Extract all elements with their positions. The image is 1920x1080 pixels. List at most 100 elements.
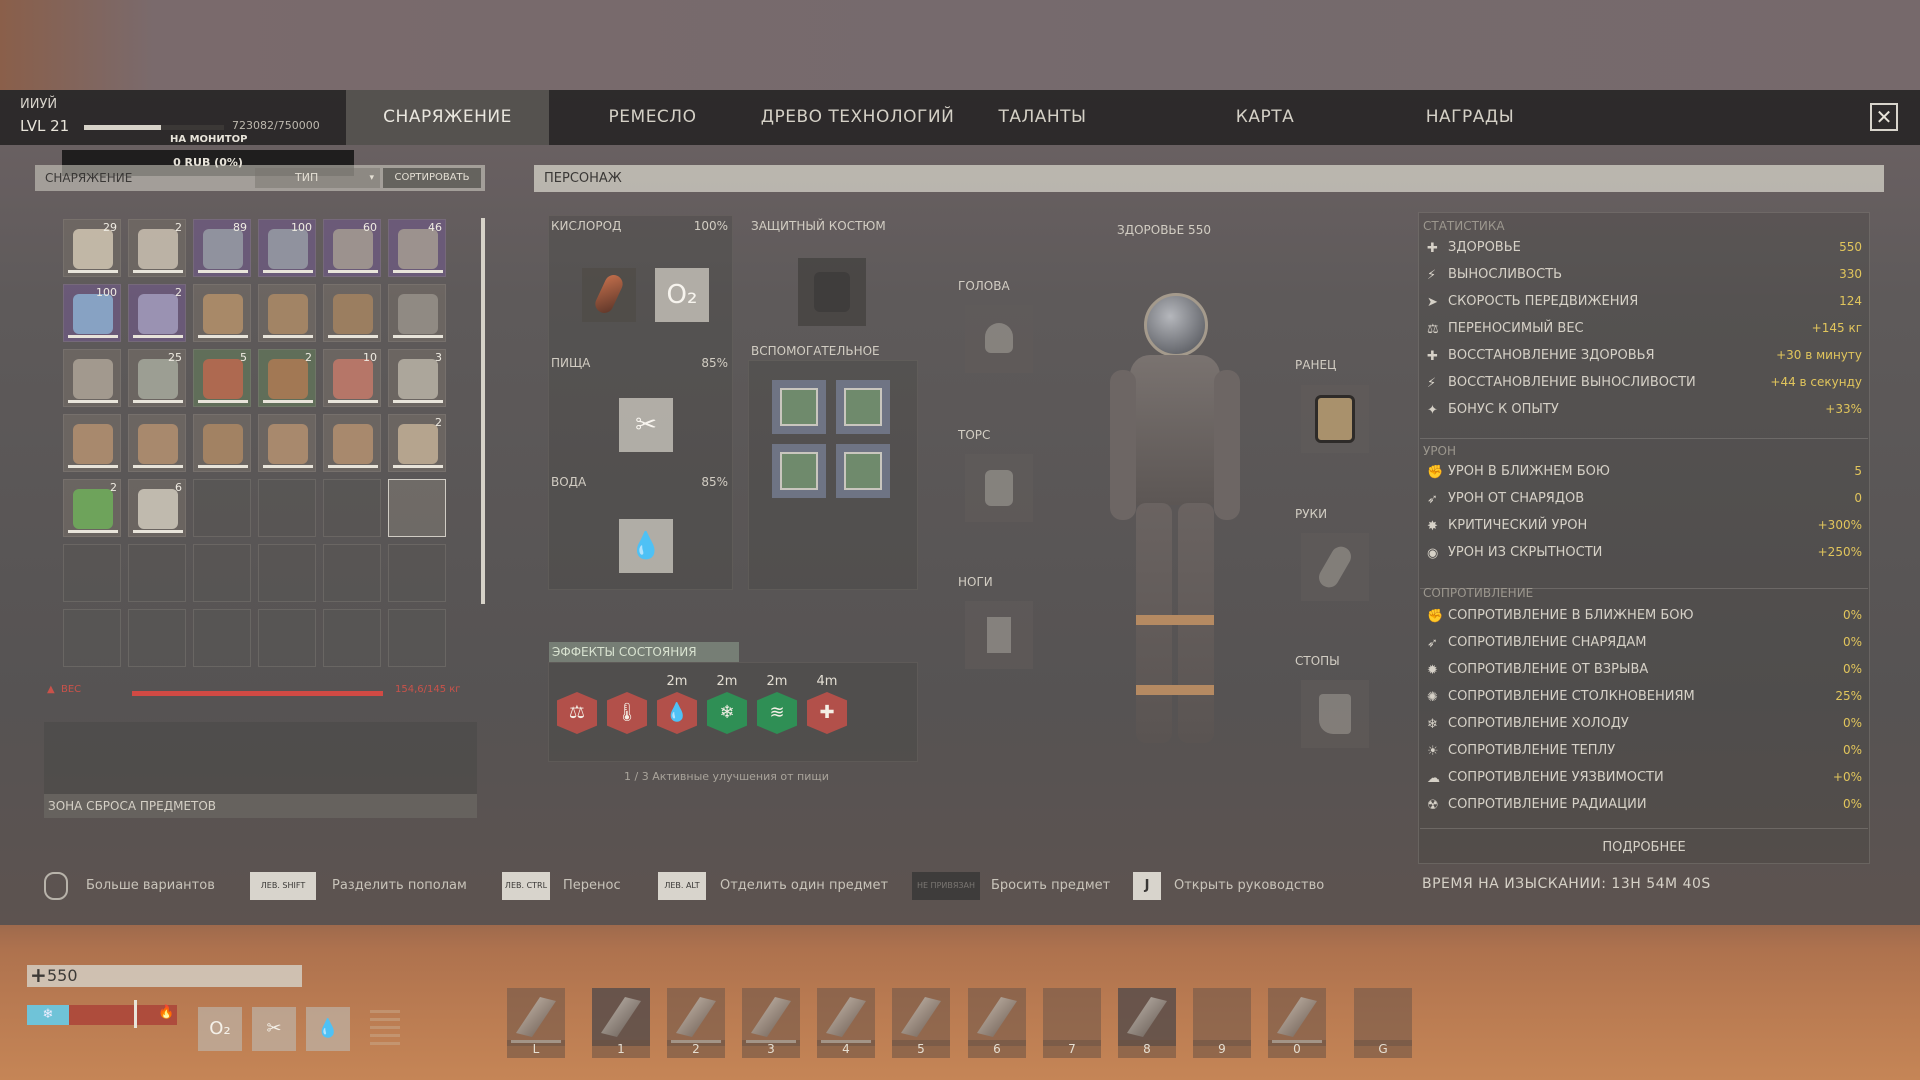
inventory-slot[interactable] [388,479,446,537]
inventory-slot[interactable] [63,349,121,407]
tab-1[interactable]: РЕМЕСЛО [555,90,750,145]
inventory-slot[interactable] [193,284,251,342]
backpack-slot[interactable] [1301,385,1369,453]
inventory-slot[interactable] [258,479,316,537]
aux-slot-3[interactable] [772,444,826,498]
inventory-slot[interactable]: 29 [63,219,121,277]
oxygen-slot[interactable]: O₂ [655,268,709,322]
more-details-button[interactable]: ПОДРОБНЕЕ [1418,840,1870,855]
aux-slot-1[interactable] [772,380,826,434]
inventory-slot[interactable]: 2 [388,414,446,472]
inventory-slot[interactable]: 6 [128,479,186,537]
inventory-slot[interactable]: 3 [388,349,446,407]
torso-slot[interactable] [965,454,1033,522]
stat-name: СОПРОТИВЛЕНИЕ ХОЛОДУ [1448,716,1629,731]
inventory-slot[interactable] [388,284,446,342]
water-drop-icon[interactable]: 💧 [657,692,697,734]
snowflake-icon[interactable]: ❄ [707,692,747,734]
inventory-scrollbar[interactable] [481,218,485,604]
oxygen-tank-slot[interactable] [582,268,636,322]
inventory-slot[interactable] [258,414,316,472]
tab-0[interactable]: СНАРЯЖЕНИЕ [346,90,549,145]
inventory-slot[interactable] [323,609,381,667]
inventory-slot[interactable] [193,544,251,602]
health-bar: 550 [27,965,302,987]
hotbar-slot[interactable] [1193,988,1251,1046]
aux-slot-2[interactable] [836,380,890,434]
inventory-slot[interactable] [323,479,381,537]
inventory-slot[interactable]: 100 [258,219,316,277]
inventory-slot[interactable] [388,609,446,667]
close-button[interactable]: ✕ [1870,103,1898,131]
tab-4[interactable]: КАРТА [1165,90,1365,145]
weight-warning-icon[interactable]: ⚖ [557,692,597,734]
inventory-slot[interactable] [323,544,381,602]
bandage-icon[interactable]: ✚ [807,692,847,734]
tab-3[interactable]: ТАЛАНТЫ [960,90,1125,145]
hotbar-slot[interactable] [892,988,950,1046]
inventory-slot[interactable] [63,609,121,667]
stat-row: ⚡ ВОССТАНОВЛЕНИЕ ВЫНОСЛИВОСТИ +44 в секунд… [1424,373,1864,395]
inventory-slot[interactable] [128,544,186,602]
inventory-slot[interactable] [323,284,381,342]
plant-fiber-icon [73,489,113,529]
inventory-slot[interactable] [193,414,251,472]
inventory-slot[interactable] [193,609,251,667]
hotbar-slot[interactable] [1354,988,1412,1046]
inventory-slot[interactable]: 2 [258,349,316,407]
furnace-icon [73,359,113,399]
temperature-icon[interactable]: 🌡 [607,692,647,734]
inventory-slot[interactable]: 25 [128,349,186,407]
hotbar-slot[interactable] [1118,988,1176,1046]
legs-slot[interactable] [965,601,1033,669]
inventory-slot[interactable] [63,414,121,472]
hotbar-slot[interactable] [817,988,875,1046]
hands-slot[interactable] [1301,533,1369,601]
hotbar-slot[interactable] [667,988,725,1046]
inventory-slot[interactable] [388,544,446,602]
hotbar-slot[interactable] [968,988,1026,1046]
hotbar-key: 5 [892,1040,950,1058]
inventory-slot[interactable]: 5 [193,349,251,407]
aux-slot-4[interactable] [836,444,890,498]
water-value: 85% [701,475,728,489]
inventory-slot[interactable] [323,414,381,472]
stat-value: 0% [1842,797,1862,811]
inventory-slot[interactable] [258,284,316,342]
inventory-slot[interactable] [258,609,316,667]
backpack-icon [1315,395,1355,443]
suit-slot[interactable] [798,258,866,326]
inventory-type-dropdown[interactable]: ТИП ▾ [255,168,380,188]
inventory-slot[interactable]: 2 [128,284,186,342]
hotbar-slot[interactable] [592,988,650,1046]
hotbar-slot[interactable] [742,988,800,1046]
stamina-regen-icon: ⚡ [1427,376,1437,391]
inventory-slot[interactable]: 2 [63,479,121,537]
inventory-slot[interactable] [193,479,251,537]
inventory-slot[interactable]: 100 [63,284,121,342]
crafting-bench-icon [333,294,373,334]
hotbar-key: 0 [1268,1040,1326,1058]
monitor-label[interactable]: НА МОНИТОР [170,134,247,145]
inventory-slot[interactable] [128,609,186,667]
inventory-slot[interactable]: 46 [388,219,446,277]
food-slot[interactable]: ✂ [619,398,673,452]
tab-5[interactable]: НАГРАДЫ [1370,90,1570,145]
inventory-slot[interactable]: 2 [128,219,186,277]
inventory-slot[interactable]: 10 [323,349,381,407]
hud-stripes-icon [370,1010,400,1050]
head-slot[interactable] [965,305,1033,373]
inventory-slot[interactable] [258,544,316,602]
inventory-slot[interactable]: 60 [323,219,381,277]
tab-2[interactable]: ДРЕВО ТЕХНОЛОГИЙ [755,90,960,145]
inventory-slot[interactable] [128,414,186,472]
inventory-slot[interactable]: 89 [193,219,251,277]
sort-button[interactable]: СОРТИРОВАТЬ [383,168,481,188]
feet-slot[interactable] [1301,680,1369,748]
hotbar-slot[interactable] [1043,988,1101,1046]
water-slot[interactable]: 💧 [619,519,673,573]
comb-food-icon[interactable]: ≋ [757,692,797,734]
inventory-slot[interactable] [63,544,121,602]
hotbar-slot[interactable] [507,988,565,1046]
hotbar-slot[interactable] [1268,988,1326,1046]
